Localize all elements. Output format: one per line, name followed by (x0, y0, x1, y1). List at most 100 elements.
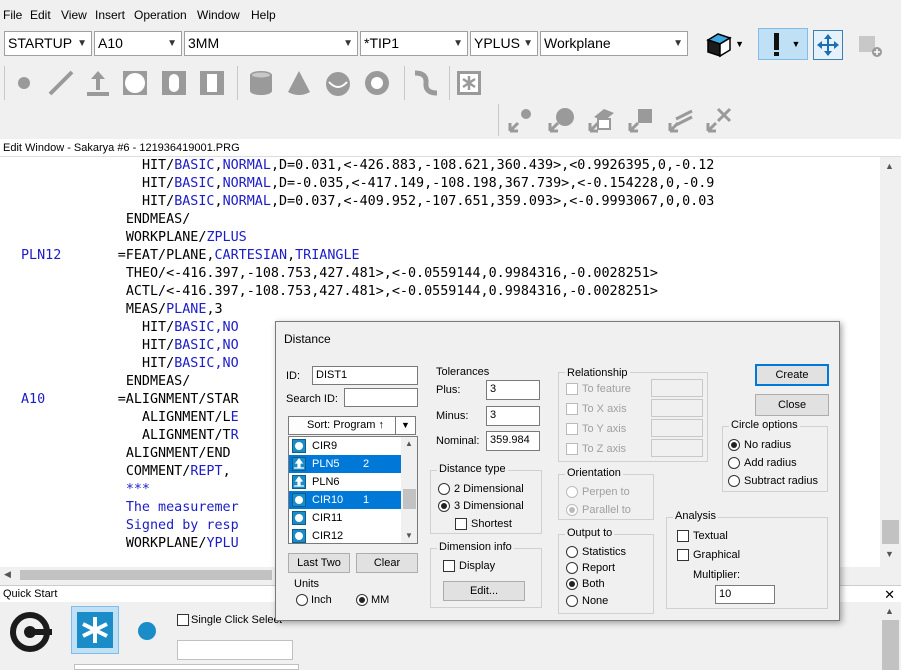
relationship-field[interactable] (651, 399, 703, 417)
view-combo[interactable]: Workplane ▼ (540, 31, 688, 56)
cylinder-tool-button[interactable] (245, 67, 277, 99)
close-button[interactable]: Close (755, 394, 829, 416)
construct-point-button[interactable] (505, 104, 539, 136)
qs-list[interactable] (74, 664, 299, 670)
tip-size-combo[interactable]: 3MM ▼ (184, 31, 358, 56)
scroll-down-icon[interactable]: ▼ (885, 549, 894, 559)
minus-input[interactable]: 3 (486, 406, 540, 426)
both-radio[interactable] (566, 578, 578, 590)
unit-mm-radio[interactable] (356, 594, 368, 606)
clear-button[interactable]: Clear (356, 553, 418, 573)
search-id-input[interactable] (344, 388, 418, 407)
scroll-up-icon[interactable]: ▲ (885, 606, 894, 616)
plus-input[interactable]: 3 (486, 380, 540, 400)
relationship-checkbox[interactable] (566, 423, 578, 435)
nominal-input[interactable]: 359.984 (486, 431, 540, 451)
relationship-checkbox[interactable] (566, 443, 578, 455)
scroll-up-icon[interactable]: ▲ (885, 161, 894, 171)
sort-dropdown[interactable]: Sort: Program ↑ ▼ (288, 416, 416, 435)
list-item[interactable]: PLN6 (289, 473, 401, 491)
subtract-radius-radio[interactable] (728, 475, 740, 487)
graphical-checkbox[interactable] (677, 549, 689, 561)
scroll-left-icon[interactable]: ◀ (4, 569, 11, 580)
menu-view[interactable]: View (61, 8, 87, 22)
alignment-combo[interactable]: A10 ▼ (94, 31, 182, 56)
construct-plane-button[interactable] (585, 104, 619, 136)
textual-checkbox[interactable] (677, 530, 689, 542)
edit-button[interactable]: Edit... (443, 581, 525, 601)
circle-tool-button[interactable] (119, 67, 151, 99)
qs-field[interactable] (177, 640, 293, 660)
scroll-thumb[interactable] (882, 520, 899, 544)
square-slot-tool-button[interactable] (196, 67, 228, 99)
slot-icon (162, 71, 186, 95)
construct-cancel-button[interactable] (703, 104, 737, 136)
statistics-radio[interactable] (566, 546, 578, 558)
list-item[interactable]: CIR10 1 (289, 491, 401, 509)
line-tool-button[interactable] (45, 67, 77, 99)
vector-point-tool-button[interactable] (82, 67, 114, 99)
scroll-down-icon[interactable]: ▼ (405, 531, 413, 540)
menu-help[interactable]: Help (251, 8, 276, 22)
multiplier-input[interactable]: 10 (715, 585, 775, 604)
display-checkbox[interactable] (443, 560, 455, 572)
qs-auto-feature-button[interactable] (71, 606, 119, 654)
slot-tool-button[interactable] (158, 67, 190, 99)
close-icon[interactable]: ✕ (884, 586, 895, 603)
probe-mode-button[interactable]: ▼ (758, 28, 808, 60)
move-button[interactable] (813, 30, 843, 60)
last-two-button[interactable]: Last Two (288, 553, 350, 573)
add-radius-radio[interactable] (728, 457, 740, 469)
menu-window[interactable]: Window (197, 8, 240, 22)
scroll-thumb[interactable] (882, 620, 899, 670)
menu-file[interactable]: File (3, 8, 22, 22)
probe-file-combo[interactable]: STARTUP ▼ (4, 31, 92, 56)
perpen-radio[interactable] (566, 486, 578, 498)
menu-insert[interactable]: Insert (95, 8, 125, 22)
workplane-combo[interactable]: YPLUS ▼ (470, 31, 538, 56)
auto-feature-tool-button[interactable] (453, 67, 485, 99)
feature-list[interactable]: CIR9 PLN5 2 PLN6 CIR10 1 CIR11 CIR12 ▲ ▼ (288, 436, 418, 544)
construct-circle-button[interactable] (545, 104, 579, 136)
sphere-tool-button[interactable] (322, 67, 354, 99)
two-d-radio[interactable] (438, 483, 450, 495)
construct-feature-button[interactable] (625, 104, 659, 136)
list-item[interactable]: PLN5 2 (289, 455, 401, 473)
construct-line-button[interactable] (665, 104, 699, 136)
point-tool-button[interactable] (8, 67, 40, 99)
three-d-radio[interactable] (438, 500, 450, 512)
menu-operation[interactable]: Operation (134, 8, 187, 22)
tip-combo[interactable]: *TIP1 ▼ (360, 31, 468, 56)
cone-tool-button[interactable] (283, 67, 315, 99)
curve-tool-button[interactable] (410, 67, 442, 99)
qs-measure-button[interactable] (8, 608, 56, 656)
parallel-radio[interactable] (566, 504, 578, 516)
hscroll-thumb[interactable] (20, 570, 272, 580)
relationship-field[interactable] (651, 439, 703, 457)
menu-edit[interactable]: Edit (30, 8, 51, 22)
torus-tool-button[interactable] (361, 67, 393, 99)
none-radio[interactable] (566, 595, 578, 607)
list-item[interactable]: CIR11 (289, 509, 401, 527)
shortest-checkbox[interactable] (455, 518, 467, 530)
relationship-field[interactable] (651, 379, 703, 397)
add-view-button[interactable] (856, 32, 886, 60)
relationship-checkbox[interactable] (566, 403, 578, 415)
scroll-up-icon[interactable]: ▲ (405, 439, 413, 448)
vertical-scrollbar[interactable]: ▲ ▼ (880, 157, 901, 583)
list-item[interactable]: CIR9 (289, 437, 401, 455)
list-item[interactable]: CIR12 (289, 527, 401, 543)
view-cube-button[interactable]: ▼ (704, 28, 744, 60)
list-scrollbar[interactable]: ▲ ▼ (401, 437, 417, 543)
relationship-field[interactable] (651, 419, 703, 437)
create-button[interactable]: Create (755, 364, 829, 386)
report-radio[interactable] (566, 562, 578, 574)
qs-scrollbar[interactable]: ▲ (880, 604, 901, 670)
unit-inch-radio[interactable] (296, 594, 308, 606)
relationship-checkbox[interactable] (566, 383, 578, 395)
single-click-checkbox[interactable] (177, 614, 189, 626)
no-radius-radio[interactable] (728, 439, 740, 451)
scroll-thumb[interactable] (403, 489, 416, 509)
qs-point-button[interactable] (132, 616, 162, 646)
id-input[interactable]: DIST1 (312, 366, 418, 385)
